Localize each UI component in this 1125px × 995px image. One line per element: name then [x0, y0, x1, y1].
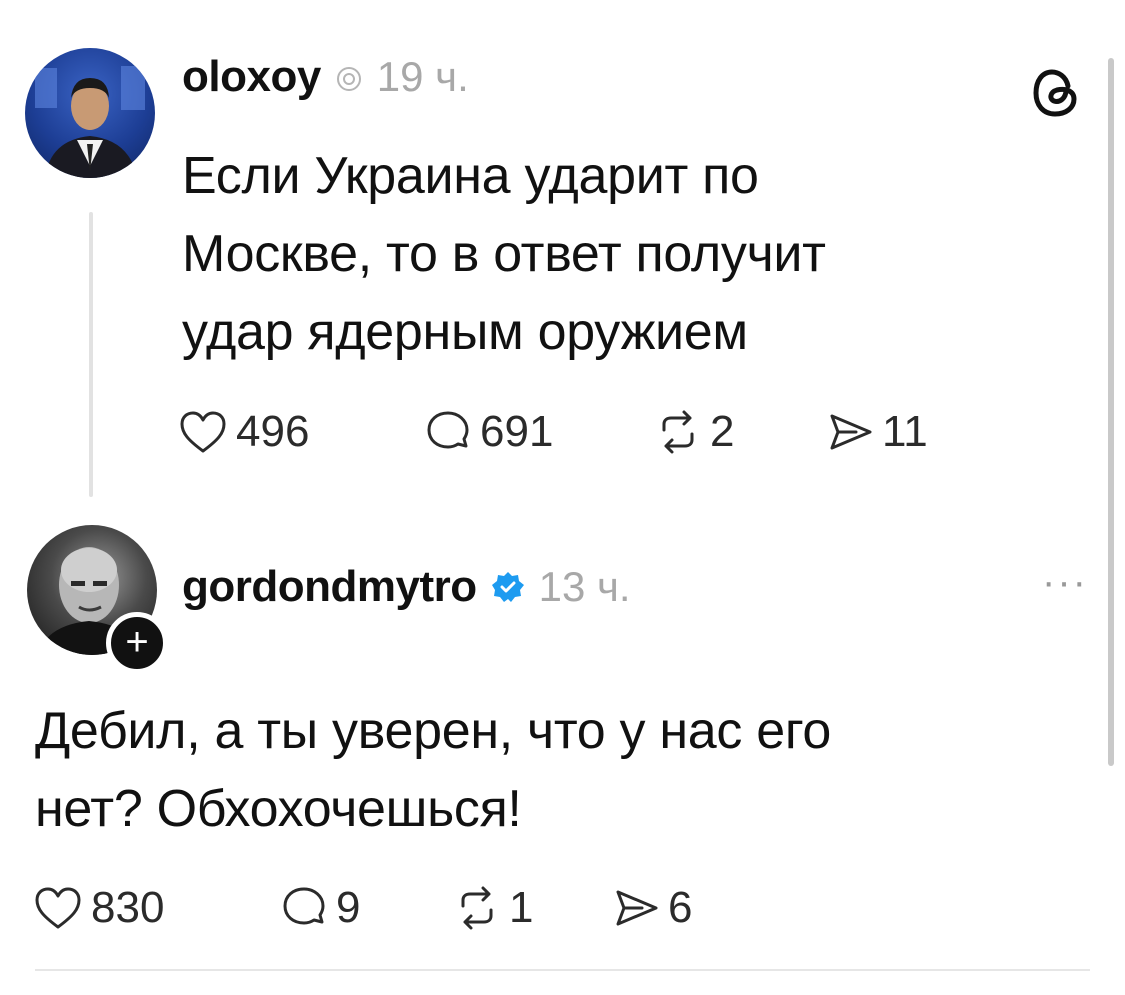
post-text-line: Дебил, а ты уверен, что у нас его [35, 702, 832, 760]
follow-button[interactable]: + [106, 612, 168, 674]
avatar-oloxoy-image [35, 66, 145, 178]
reply-button[interactable]: 691 [424, 402, 553, 462]
repost-button[interactable]: 2 [654, 402, 734, 462]
repost-button[interactable]: 1 [453, 878, 533, 938]
share-button[interactable]: 6 [612, 878, 692, 938]
post-body-gordondmytro: Дебил, а ты уверен, что у нас его нет? О… [35, 692, 1085, 848]
like-button[interactable]: 830 [33, 878, 164, 938]
scrollbar[interactable] [1108, 58, 1114, 766]
like-count: 830 [91, 883, 165, 932]
repost-icon [453, 884, 501, 932]
threads-logo-icon[interactable] [1030, 64, 1082, 122]
post-text-line: нет? Обхохочешься! [35, 780, 522, 838]
repost-icon [654, 408, 702, 456]
comment-icon [424, 408, 472, 456]
username[interactable]: gordondmytro [182, 562, 477, 612]
share-icon [612, 884, 660, 932]
post-text-line: удар ядерным оружием [182, 303, 748, 361]
comment-icon [280, 884, 328, 932]
share-count: 6 [668, 883, 693, 932]
post-header-oloxoy: oloxoy 19 ч. [182, 52, 469, 102]
share-icon [826, 408, 874, 456]
reply-count: 9 [336, 883, 361, 932]
reply-count: 691 [480, 407, 554, 456]
heart-icon [33, 885, 83, 931]
repost-count: 1 [509, 883, 534, 932]
post-header-gordondmytro: gordondmytro 13 ч. [182, 562, 631, 612]
more-options-button[interactable]: ··· [1042, 560, 1088, 605]
reply-button[interactable]: 9 [280, 878, 360, 938]
threads-badge-icon [335, 65, 363, 93]
like-count: 496 [236, 407, 310, 456]
verified-badge-icon [491, 570, 525, 604]
like-button[interactable]: 496 [178, 402, 309, 462]
username[interactable]: oloxoy [182, 52, 321, 102]
thread-connector-line [89, 212, 93, 497]
repost-count: 2 [710, 407, 735, 456]
avatar-oloxoy[interactable] [25, 48, 155, 178]
post-text-line: Москве, то в ответ получит [182, 225, 826, 283]
share-count: 11 [882, 407, 928, 456]
heart-icon [178, 409, 228, 455]
post-time: 13 ч. [538, 563, 631, 610]
post-text-line: Если Украина ударит по [182, 147, 759, 205]
post-time: 19 ч. [376, 53, 469, 100]
divider [35, 969, 1090, 971]
share-button[interactable]: 11 [826, 402, 928, 462]
post-body-oloxoy: Если Украина ударит по Москве, то в отве… [182, 137, 1062, 371]
